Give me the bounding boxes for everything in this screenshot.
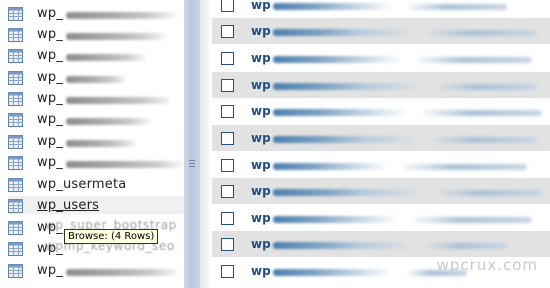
row-link[interactable]: wp [251, 51, 271, 65]
table-icon [8, 91, 23, 106]
table-row[interactable]: wp [212, 152, 550, 178]
tree-item-label: wp_ [37, 133, 63, 149]
row-checkbox[interactable] [221, 237, 234, 251]
tree-item-label: wp_ [37, 69, 63, 85]
watermark: wpcrux.com [436, 256, 538, 274]
tree-item-label: wp_usermeta [37, 176, 127, 192]
table-row[interactable]: wp [212, 18, 550, 44]
row-link[interactable]: wp [251, 158, 271, 172]
tree-item-label: wp_ [37, 219, 63, 235]
tree-item-users[interactable]: wp_users [8, 196, 184, 214]
table-icon [8, 27, 23, 42]
row-link[interactable]: wp [251, 78, 271, 92]
row-checkbox[interactable] [221, 0, 234, 12]
row-link[interactable]: wp [251, 24, 271, 38]
tree-item-table[interactable]: wp_ [8, 132, 184, 150]
table-row[interactable]: wp [212, 125, 550, 151]
panel-splitter[interactable] [184, 0, 200, 288]
table-row[interactable]: wp [212, 178, 550, 204]
table-icon [8, 198, 23, 213]
tree-item-label: wp_ [37, 154, 63, 170]
tree-item-usermeta[interactable]: wp_usermeta [8, 175, 184, 193]
table-icon [8, 6, 23, 21]
tree-item-table[interactable]: wp_ [8, 261, 184, 279]
row-checkbox[interactable] [221, 24, 234, 38]
row-link[interactable]: wp [251, 264, 271, 278]
row-checkbox[interactable] [221, 51, 234, 65]
row-checkbox[interactable] [221, 264, 234, 278]
table-row[interactable]: wp [212, 231, 550, 257]
table-row[interactable]: wp [212, 72, 550, 98]
table-icon [8, 112, 23, 127]
tree-item-table[interactable]: wp_ [8, 4, 184, 22]
table-icon [8, 155, 23, 170]
tree-item-label: wp_ [37, 47, 63, 63]
table-row[interactable]: wp [212, 205, 550, 231]
tree-item-label: wp_ [37, 262, 63, 278]
tree-item-table[interactable]: wp_ [8, 153, 184, 171]
tree-item-table[interactable]: wp_ [8, 25, 184, 43]
row-link[interactable]: wp [251, 131, 271, 145]
row-checkbox[interactable] [221, 158, 234, 172]
row-link[interactable]: wp [251, 237, 271, 251]
table-rows-panel: wp wp wp wp wp wp wp wp wp wp wp [212, 0, 550, 288]
row-checkbox[interactable] [221, 78, 234, 92]
table-row[interactable]: wp [212, 0, 550, 18]
tree-item-label: wp_users [37, 197, 100, 213]
row-link[interactable]: wp [251, 0, 271, 12]
table-icon [8, 134, 23, 149]
tree-item-label: wp_ [37, 26, 63, 42]
tree-item-label: wp_ [37, 90, 63, 106]
row-link[interactable]: wp [251, 184, 271, 198]
row-checkbox[interactable] [221, 211, 234, 225]
tree-item-label: wp_ [37, 240, 63, 256]
browse-tooltip: Browse: (4 Rows) [64, 229, 159, 244]
row-link[interactable]: wp [251, 104, 271, 118]
tree-item-table[interactable]: wp_ [8, 89, 184, 107]
tree-item-label: wp_ [37, 5, 63, 21]
row-link[interactable]: wp [251, 211, 271, 225]
row-checkbox[interactable] [221, 184, 234, 198]
table-row[interactable]: wp [212, 45, 550, 71]
tree-item-table[interactable]: wp_ [8, 46, 184, 64]
splitter-grip-icon[interactable] [189, 160, 195, 168]
tree-item-label: wp_ [37, 111, 63, 127]
table-row[interactable]: wp [212, 98, 550, 124]
row-checkbox[interactable] [221, 131, 234, 145]
tree-item-table[interactable]: wp_ [8, 110, 184, 128]
table-tree-panel: wp_ wp_ wp_ wp_ wp_ wp_ wp_ wp_ wp_userm [0, 0, 184, 288]
row-checkbox[interactable] [221, 104, 234, 118]
table-icon [8, 70, 23, 85]
tree-item-table[interactable]: wp_ [8, 68, 184, 86]
table-icon [8, 48, 23, 63]
table-icon [8, 177, 23, 192]
table-icon [8, 220, 23, 235]
table-icon [8, 263, 23, 278]
table-icon [8, 241, 23, 256]
